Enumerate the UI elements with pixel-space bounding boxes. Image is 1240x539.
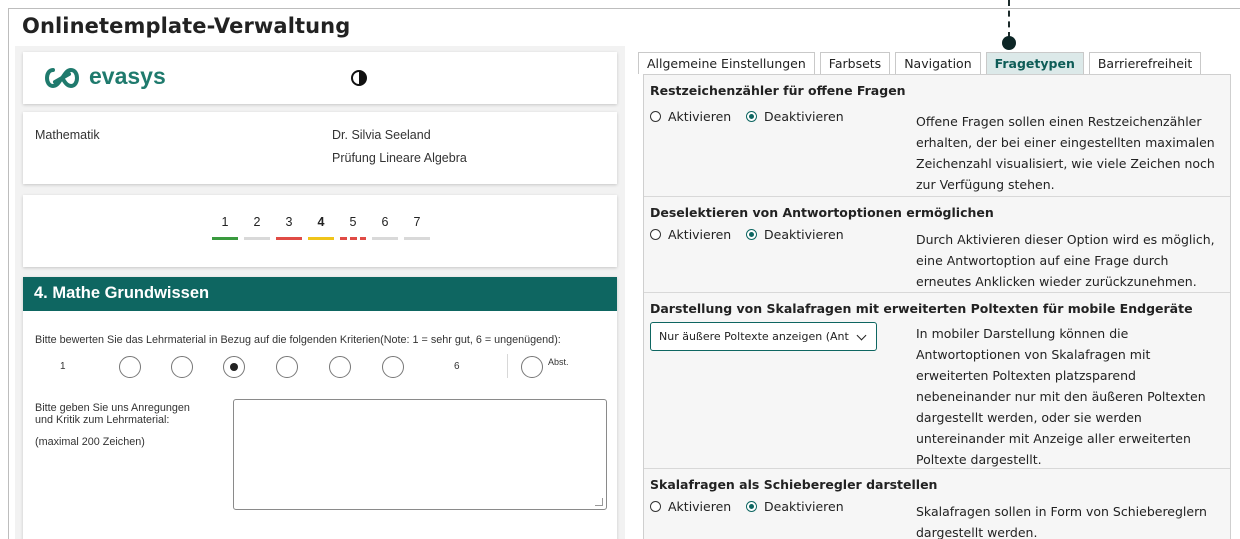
setting-description: Skalafragen sollen in Form von Schiebere… <box>916 504 1207 539</box>
callout-marker <box>1002 36 1016 50</box>
setting-title: Deselektieren von Antwortoptionen ermögl… <box>650 205 994 220</box>
page-navigation: 1 2 3 4 5 6 7 <box>209 215 433 240</box>
chevron-down-icon <box>856 330 867 341</box>
setting-title: Skalafragen als Schieberegler darstellen <box>650 477 938 492</box>
page-status-bar <box>212 237 238 240</box>
page-number: 3 <box>285 215 293 229</box>
tab-allgemeine-einstellungen[interactable]: Allgemeine Einstellungen <box>638 52 815 74</box>
scale-radio-2[interactable] <box>171 356 193 378</box>
fragetypen-panel: Restzeichenzähler für offene Fragen Akti… <box>643 74 1231 539</box>
resize-grip-icon[interactable] <box>595 498 603 506</box>
setting-title: Restzeichenzähler für offene Fragen <box>650 83 906 98</box>
radio-selected-icon <box>746 229 757 240</box>
radio-icon <box>650 229 661 240</box>
scale-radio-3[interactable] <box>223 356 245 378</box>
question-section: 4. Mathe Grundwissen Bitte bewerten Sie … <box>23 277 617 539</box>
page-link-2[interactable]: 2 <box>241 215 273 240</box>
radio-selected-icon <box>746 111 757 122</box>
page-number: 4 <box>317 215 325 229</box>
radio-icon <box>650 501 661 512</box>
scale-radio-6[interactable] <box>382 356 404 378</box>
schieberegler-activate-radio[interactable]: Aktivieren <box>650 499 731 514</box>
page-navigation-card: 1 2 3 4 5 6 7 <box>23 195 617 267</box>
poltexte-dropdown[interactable]: Nur äußere Poltexte anzeigen (Ant <box>650 322 877 351</box>
scale-radio-1[interactable] <box>119 356 141 378</box>
deselect-activate-radio[interactable]: Aktivieren <box>650 227 731 242</box>
page-status-bar <box>372 237 398 240</box>
restzeichen-deactivate-radio[interactable]: Deaktivieren <box>746 109 844 124</box>
abstention-label: Abst. <box>548 357 569 367</box>
radio-selected-icon <box>746 501 757 512</box>
page-number: 7 <box>413 215 421 229</box>
page-status-bar <box>276 237 302 240</box>
page-link-5[interactable]: 5 <box>337 215 369 240</box>
setting-restzeichenzaehler: Restzeichenzähler für offene Fragen Akti… <box>644 75 1230 196</box>
scale-min-label: 1 <box>60 361 66 372</box>
page-title: Onlinetemplate-Verwaltung <box>22 14 351 38</box>
section-title: 4. Mathe Grundwissen <box>23 277 617 311</box>
deselect-deactivate-radio[interactable]: Deaktivieren <box>746 227 844 242</box>
page-status-bar <box>340 237 366 240</box>
scale-radio-4[interactable] <box>276 356 298 378</box>
setting-poltexte-mobil: Darstellung von Skalafragen mit erweiter… <box>644 292 1230 468</box>
page-status-bar <box>308 237 334 240</box>
page-number: 1 <box>221 215 229 229</box>
page-number: 2 <box>253 215 261 229</box>
contrast-toggle-icon[interactable] <box>351 70 367 86</box>
question-text: Bitte bewerten Sie das Lehrmaterial in B… <box>35 334 561 346</box>
page-link-1[interactable]: 1 <box>209 215 241 240</box>
course-info-card: Mathematik Dr. Silvia Seeland Prüfung Li… <box>23 112 617 184</box>
tab-navigation[interactable]: Navigation <box>895 52 981 74</box>
schieberegler-deactivate-radio[interactable]: Deaktivieren <box>746 499 844 514</box>
radio-icon <box>650 111 661 122</box>
restzeichen-activate-radio[interactable]: Aktivieren <box>650 109 731 124</box>
comment-textarea[interactable] <box>233 399 607 510</box>
course-teacher: Dr. Silvia Seeland <box>332 128 431 142</box>
page-status-bar <box>244 237 270 240</box>
logo-card: evasys <box>23 52 617 104</box>
scale-max-label: 6 <box>454 361 460 372</box>
page-link-4[interactable]: 4 <box>305 215 337 240</box>
page-status-bar <box>404 237 430 240</box>
page-link-6[interactable]: 6 <box>369 215 401 240</box>
scale-divider <box>507 354 508 378</box>
tab-barrierefreiheit[interactable]: Barrierefreiheit <box>1088 52 1202 74</box>
page-link-7[interactable]: 7 <box>401 215 433 240</box>
page-number: 5 <box>349 215 357 229</box>
setting-description: Offene Fragen sollen einen Restzeichenzä… <box>916 114 1215 192</box>
scale-radio-abstention[interactable] <box>521 356 543 378</box>
comment-label-line2: und Kritik zum Lehrmaterial: <box>35 414 170 426</box>
course-subject: Mathematik <box>35 128 100 142</box>
setting-schieberegler: Skalafragen als Schieberegler darstellen… <box>644 468 1230 539</box>
comment-label-line1: Bitte geben Sie uns Anregungen <box>35 402 190 414</box>
settings-tabs: Allgemeine Einstellungen Farbsets Naviga… <box>638 52 1206 74</box>
callout-line <box>1008 0 1010 38</box>
scale-radio-5[interactable] <box>329 356 351 378</box>
logo-text: evasys <box>89 63 166 89</box>
tab-fragetypen[interactable]: Fragetypen <box>985 52 1084 74</box>
page-link-3[interactable]: 3 <box>273 215 305 240</box>
setting-description: Durch Aktivieren dieser Option wird es m… <box>916 232 1215 289</box>
evasys-logo-icon <box>45 67 79 89</box>
course-exam: Prüfung Lineare Algebra <box>332 151 467 165</box>
page-number: 6 <box>381 215 389 229</box>
tab-farbsets[interactable]: Farbsets <box>819 52 891 74</box>
survey-preview: evasys Mathematik Dr. Silvia Seeland Prü… <box>15 46 625 539</box>
setting-deselektieren: Deselektieren von Antwortoptionen ermögl… <box>644 196 1230 292</box>
comment-limit-label: (maximal 200 Zeichen) <box>35 436 145 448</box>
setting-title: Darstellung von Skalafragen mit erweiter… <box>650 301 1193 316</box>
setting-description: In mobiler Darstellung können die Antwor… <box>916 326 1206 467</box>
